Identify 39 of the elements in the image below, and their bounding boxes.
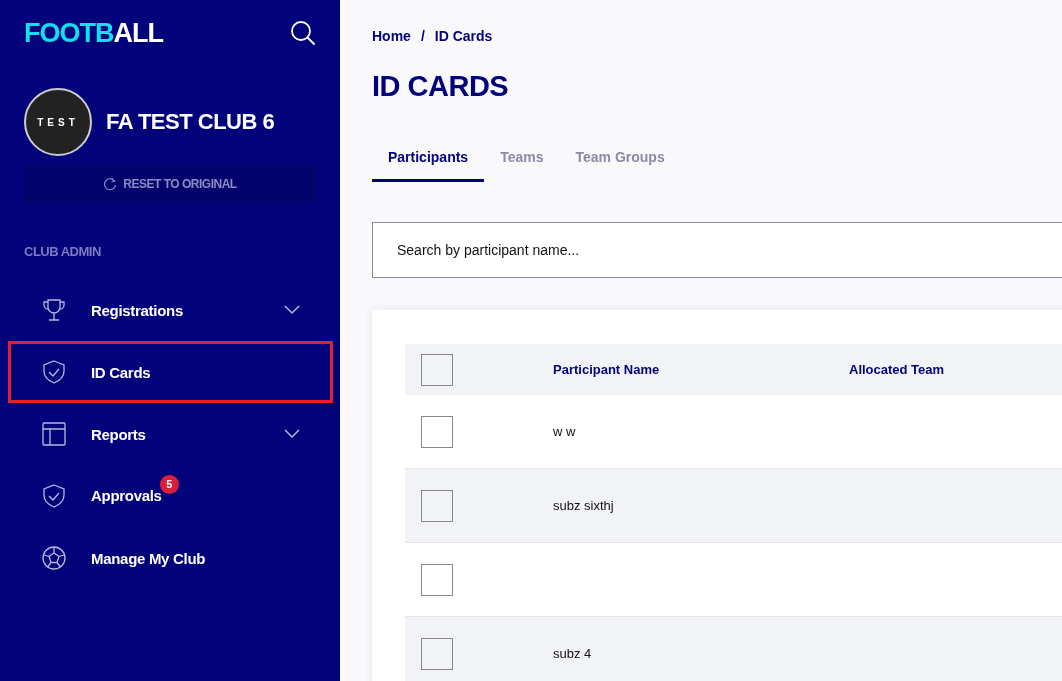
nav-item[interactable]: Approvals 5 — [8, 465, 333, 527]
layout-icon — [41, 421, 67, 447]
table-cell-text: w w — [553, 424, 577, 439]
count-badge: 5 — [159, 474, 179, 494]
trophy-icon — [41, 297, 67, 323]
shield-check-icon — [41, 359, 67, 385]
nav-item[interactable]: Reports — [8, 403, 333, 465]
reset-button[interactable]: RESET TO ORIGINAL — [24, 164, 316, 204]
nav-label: Reports — [91, 425, 146, 443]
checkbox[interactable] — [421, 415, 453, 448]
shield-check-icon — [41, 483, 67, 509]
column-header: Allocated Team — [849, 362, 945, 377]
column-header: Participant Name — [553, 362, 661, 377]
checkbox[interactable] — [421, 637, 453, 670]
breadcrumb-separator: / — [420, 28, 425, 44]
nav-item[interactable]: ID Cards — [8, 341, 333, 403]
ball-icon — [41, 545, 67, 571]
page-title: ID CARDS — [372, 70, 510, 103]
checkbox[interactable] — [421, 563, 453, 596]
search-icon[interactable] — [290, 20, 316, 46]
search-field[interactable]: Search by participant name... — [372, 222, 1062, 278]
tab[interactable]: Participants — [372, 139, 485, 182]
table-cell-text: subz 4 — [553, 646, 593, 661]
nav-label: ID Cards — [91, 363, 151, 381]
club-name: FA TEST CLUB 6 — [106, 109, 275, 135]
club-avatar: TEST — [24, 88, 92, 156]
nav-label: Registrations — [91, 301, 183, 319]
nav-item[interactable]: Manage My Club — [8, 527, 333, 589]
breadcrumb-link[interactable]: Home — [372, 28, 411, 44]
breadcrumb-link[interactable]: ID Cards — [434, 28, 493, 44]
nav-item[interactable]: Registrations — [8, 279, 333, 341]
nav-label: Approvals — [91, 486, 162, 504]
nav-label: Manage My Club — [91, 549, 206, 567]
section-label: CLUB ADMIN — [24, 244, 102, 259]
table-cell-text: subz sixthj — [553, 498, 615, 513]
checkbox[interactable] — [421, 489, 453, 522]
checkbox[interactable] — [421, 353, 453, 386]
logo-text[interactable]: FOOTBALL — [24, 17, 163, 49]
refresh-icon — [103, 177, 118, 191]
